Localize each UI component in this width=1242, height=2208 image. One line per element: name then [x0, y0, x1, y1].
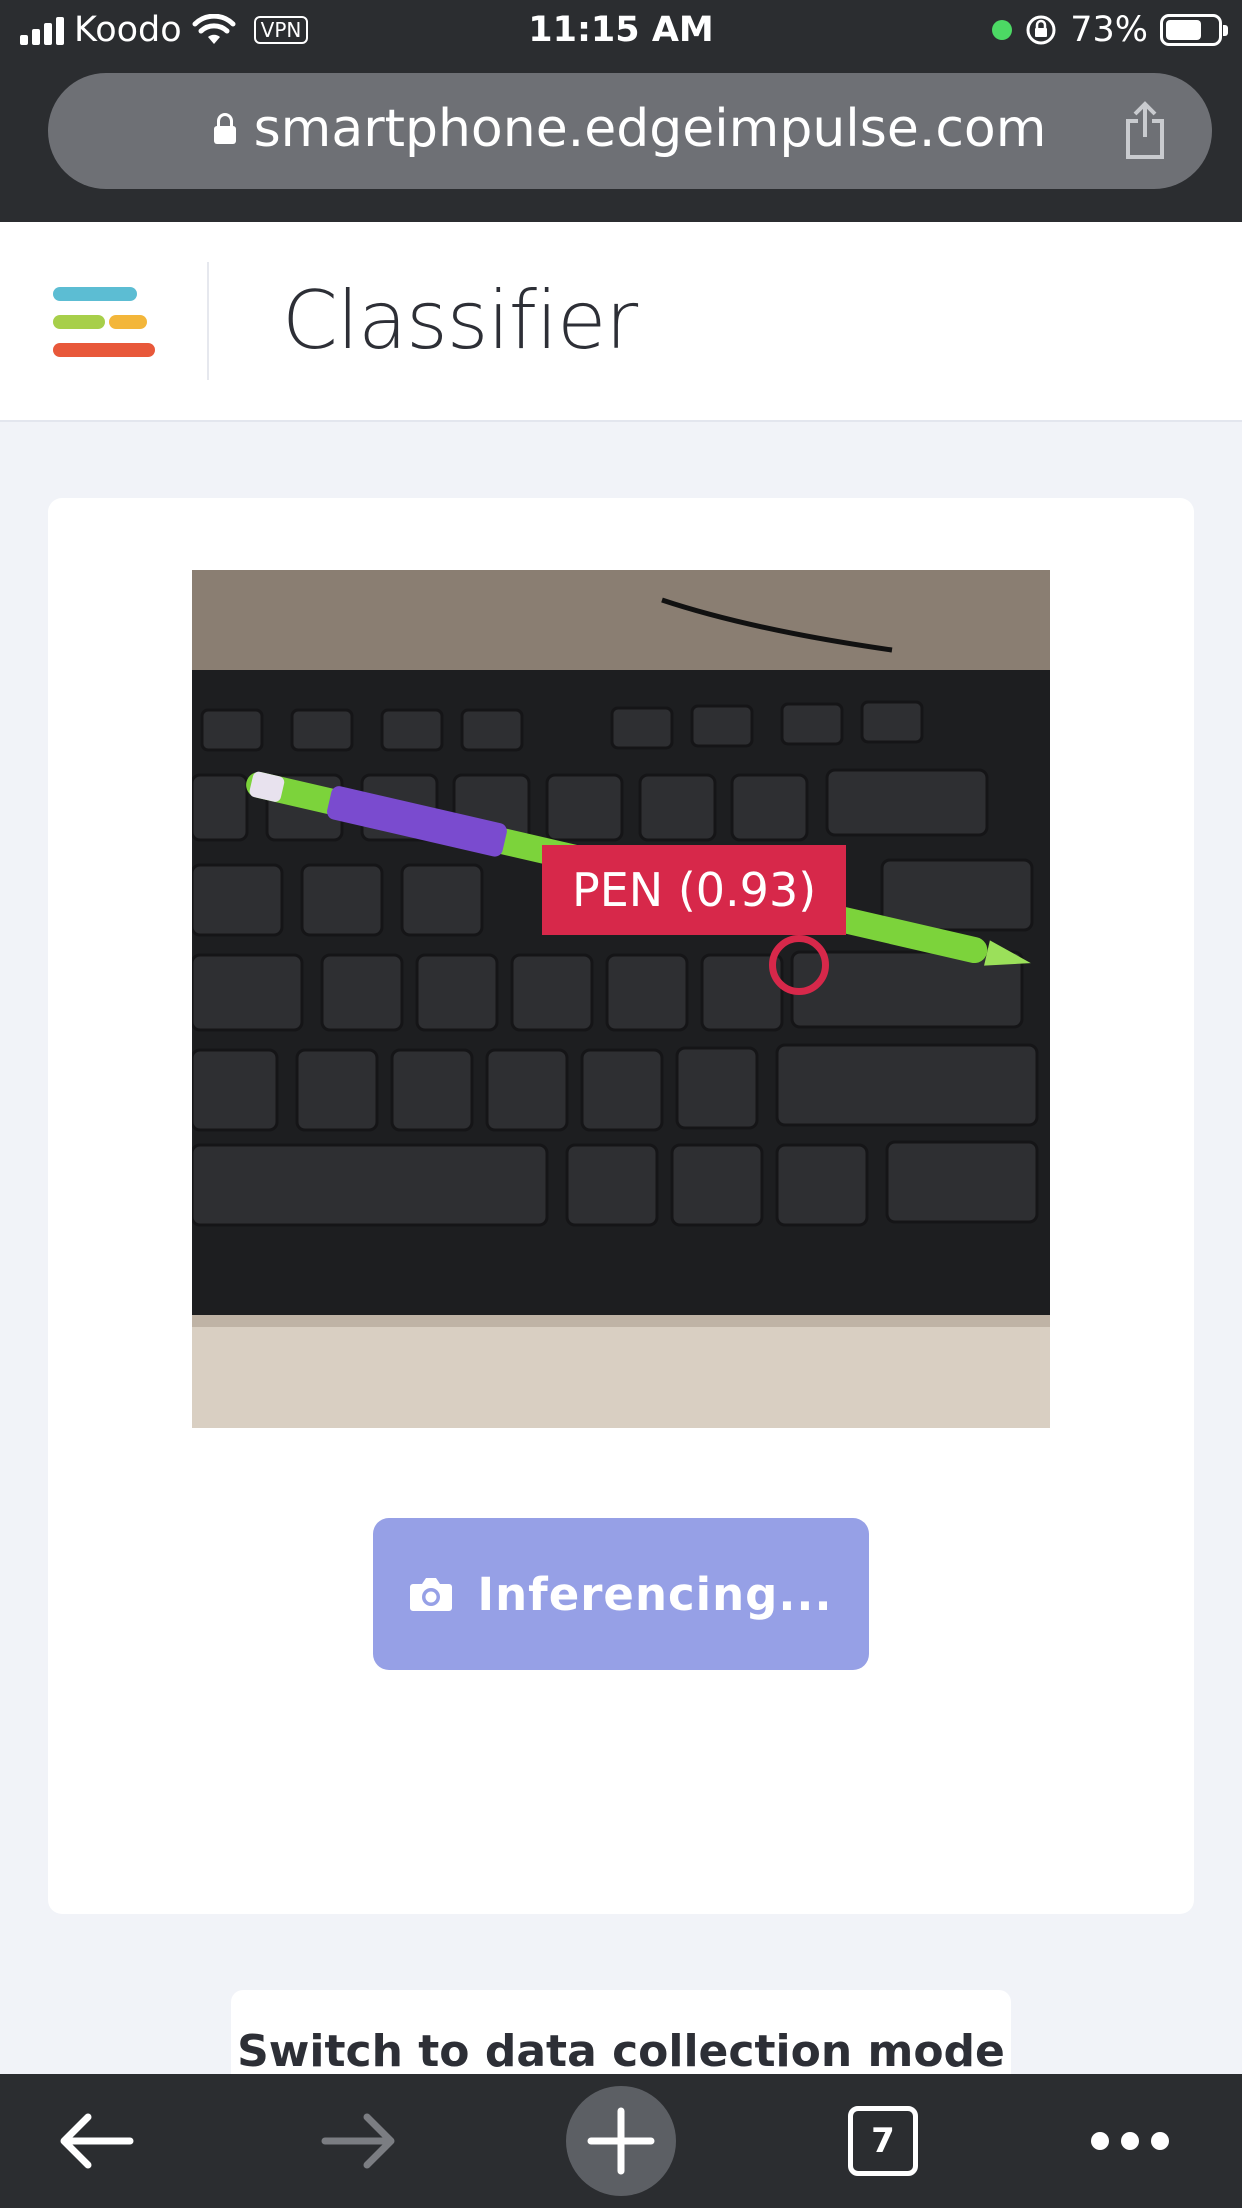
classifier-card: PEN (0.93) Inferencing... — [48, 498, 1194, 1914]
battery-icon — [1160, 14, 1228, 46]
lock-icon — [213, 113, 236, 144]
edge-impulse-logo[interactable] — [52, 284, 156, 364]
detection-marker — [769, 935, 829, 995]
tabs-button[interactable]: 7 — [828, 2074, 938, 2208]
page-header: Classifier — [0, 222, 1242, 422]
forward-button[interactable] — [305, 2074, 415, 2208]
inferencing-button-label: Inferencing... — [477, 1567, 833, 1621]
browser-chrome: Koodo VPN 11:15 AM 73% smartphone.edgeim… — [0, 0, 1242, 222]
camera-in-use-indicator — [992, 20, 1013, 40]
forward-arrow-icon — [321, 2113, 395, 2169]
new-tab-button[interactable] — [566, 2074, 676, 2208]
battery-percent: 73% — [1070, 10, 1148, 50]
inferencing-button[interactable]: Inferencing... — [373, 1518, 869, 1670]
browser-toolbar: 7 — [0, 2074, 1242, 2208]
status-bar: Koodo VPN 11:15 AM 73% — [0, 0, 1242, 62]
address-bar[interactable]: smartphone.edgeimpulse.com — [48, 73, 1212, 189]
switch-mode-label: Switch to data collection mode — [237, 2026, 1005, 2077]
camera-icon — [410, 1578, 453, 1611]
page-title: Classifier — [282, 274, 638, 367]
back-arrow-icon — [60, 2113, 134, 2169]
plus-icon — [587, 2107, 655, 2175]
share-icon[interactable] — [1120, 101, 1170, 161]
camera-frame — [192, 570, 1050, 1428]
more-icon — [1091, 2132, 1169, 2150]
tab-count: 7 — [848, 2106, 918, 2176]
url-text: smartphone.edgeimpulse.com — [253, 99, 1047, 159]
prediction-label: PEN (0.93) — [542, 845, 847, 935]
camera-preview: PEN (0.93) — [192, 570, 1050, 1428]
header-divider — [207, 262, 209, 380]
orientation-lock-icon — [1026, 15, 1056, 45]
back-button[interactable] — [40, 2074, 150, 2208]
more-button[interactable] — [1070, 2074, 1190, 2208]
